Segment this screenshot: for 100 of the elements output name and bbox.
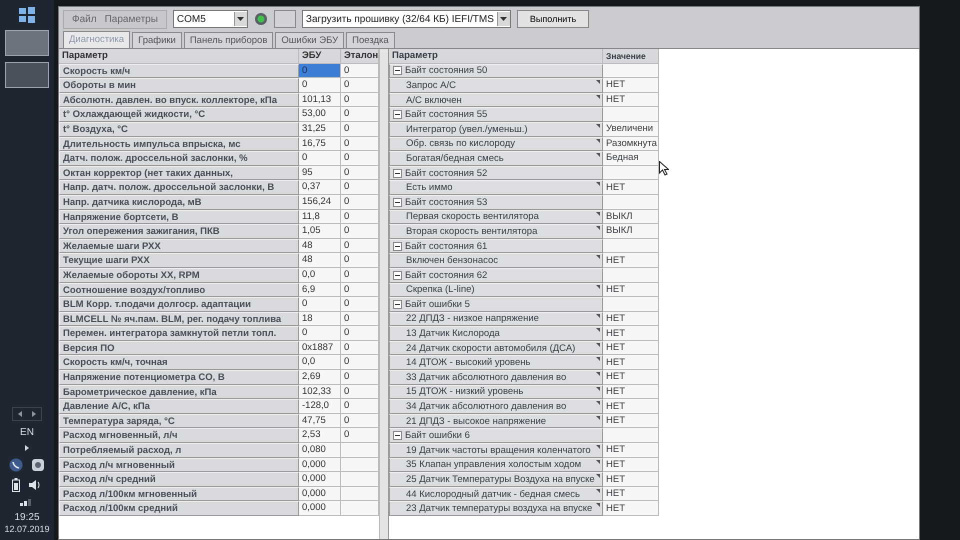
battery-icon[interactable] (12, 478, 20, 492)
table-cell: НЕТ (603, 399, 659, 414)
table-cell[interactable]: 0,0 (299, 268, 341, 282)
collapse-icon[interactable] (393, 66, 402, 76)
taskbar-app-button[interactable] (5, 62, 49, 88)
parameter-name: 35 Клапан управления холостым ходом (389, 458, 603, 472)
parameter-name: 25 Датчик Температуры Воздуха на впуске (389, 472, 603, 487)
collapse-icon[interactable] (393, 198, 402, 207)
tray-app-icon[interactable] (31, 458, 45, 472)
run-button[interactable]: Выполнить (516, 10, 590, 28)
caret-icon (237, 17, 244, 21)
collapse-icon[interactable] (393, 110, 402, 120)
table-cell: 0 (341, 224, 379, 239)
collapse-icon[interactable] (393, 431, 402, 440)
tab[interactable]: Панель приборов (184, 32, 274, 48)
table-cell: ВЫКЛ (603, 210, 659, 224)
table-cell[interactable]: 156,24 (299, 194, 341, 210)
parameter-name: Напр. датч. полож. дроссельной заслонки, В (59, 180, 299, 195)
tab[interactable]: Поездка (346, 32, 395, 48)
parameter-name: 21 ДПДЗ - высокое напряжение (389, 414, 603, 428)
table-cell: 0 (341, 180, 379, 195)
table-cell[interactable]: 2,53 (299, 428, 341, 444)
table-cell[interactable]: 1,05 (299, 224, 341, 239)
table-cell[interactable]: 31,25 (299, 122, 341, 137)
table-cell[interactable]: 16,75 (299, 136, 341, 152)
table-cell[interactable]: 48 (299, 238, 341, 254)
parameter-name: Вторая скорость вентилятора (389, 224, 603, 239)
parameter-name: BLM Корр. т.подачи долгоср. адаптации (59, 297, 299, 312)
parameter-name: 15 ДТОЖ - низкий уровень (389, 384, 603, 400)
parameter-name: Длительность импульса впрыска, мс (59, 136, 299, 152)
table-cell[interactable]: 0,000 (299, 501, 341, 516)
column-header: Параметр (389, 49, 603, 64)
table-cell: НЕТ (603, 326, 659, 341)
table-cell: НЕТ (603, 370, 659, 385)
tab[interactable]: Ошибки ЭБУ (275, 32, 344, 48)
parameter-name: Напряжение потенциометра CO, В (59, 370, 299, 385)
collapse-icon[interactable] (393, 242, 402, 251)
table-cell[interactable]: 0 (299, 78, 341, 93)
table-cell[interactable]: 6,9 (299, 282, 341, 298)
tab[interactable]: Графики (132, 32, 182, 48)
table-cell[interactable]: 0 (299, 326, 341, 341)
table-cell[interactable]: 11,8 (299, 210, 341, 224)
table-cell[interactable]: 48 (299, 253, 341, 268)
table-cell[interactable]: 53,00 (299, 107, 341, 122)
parameter-name: 19 Датчик частоты вращения коленчатого (389, 443, 603, 458)
table-cell[interactable]: 102,33 (299, 384, 341, 400)
table-cell: 0 (341, 151, 379, 166)
table-cell[interactable]: 0,000 (299, 486, 341, 502)
parameter-name: Напр. датчика кислорода, мВ (59, 194, 299, 210)
table-cell: НЕТ (603, 253, 659, 268)
table-cell: 0 (341, 210, 379, 224)
speaker-icon[interactable] (28, 479, 42, 491)
dropdown[interactable]: Загрузить прошивку (32/64 КБ) IEFI/TMS (302, 10, 511, 28)
table-cell[interactable]: 0 (299, 297, 341, 312)
table-cell[interactable]: 0,000 (299, 458, 341, 472)
table-cell: НЕТ (603, 282, 659, 298)
parameter-name: t° Воздуха, °C (59, 122, 299, 137)
empty-field[interactable] (274, 10, 296, 28)
clock-time[interactable]: 19:25 (14, 512, 40, 523)
table-cell: 0 (341, 428, 379, 444)
start-icon[interactable] (18, 6, 36, 24)
table-cell: 0 (341, 107, 379, 122)
parameter-name: Скорость км/ч (59, 64, 299, 78)
table-cell[interactable]: 0,37 (299, 180, 341, 195)
signal-icon[interactable] (20, 498, 34, 506)
table-cell[interactable]: 0x1887 (299, 340, 341, 356)
phone-icon[interactable] (9, 458, 23, 472)
table-cell: ВЫКЛ (603, 224, 659, 239)
parameter-name: Скрепка (L-line) (389, 282, 603, 298)
table-cell[interactable]: 2,69 (299, 370, 341, 385)
table-cell[interactable]: 95 (299, 166, 341, 180)
clock-date[interactable]: 12.07.2019 (4, 524, 50, 534)
dropdown[interactable]: COM5 (172, 10, 248, 28)
table-cell[interactable]: 47,75 (299, 414, 341, 428)
table-cell[interactable]: 0,000 (299, 472, 341, 487)
table-cell: 0 (341, 92, 379, 108)
parameter-name: Обр. связь по кислороду (389, 136, 603, 152)
table-cell: 0 (341, 414, 379, 428)
table-cell: 0 (341, 268, 379, 282)
table-cell[interactable]: 0,0 (299, 355, 341, 370)
table-cell[interactable]: -128,0 (299, 399, 341, 414)
collapse-icon[interactable] (393, 270, 402, 280)
table-cell: 0 (341, 122, 379, 137)
table-cell: НЕТ (603, 472, 659, 487)
table-cell[interactable]: 0,080 (299, 443, 341, 458)
table-cell: 0 (341, 355, 379, 370)
table-cell[interactable]: 18 (299, 312, 341, 326)
collapse-icon[interactable] (393, 168, 402, 178)
parameter-name: Барометрическое давление, кПа (59, 384, 299, 400)
language-indicator[interactable]: EN (20, 427, 34, 438)
table-cell[interactable]: 101,13 (299, 92, 341, 108)
table-cell: 0 (341, 166, 379, 180)
table-cell[interactable]: 0 (299, 151, 341, 166)
column-header: Эталон (341, 49, 379, 64)
table-cell: Увеличени (603, 122, 659, 137)
parameter-name: Интегратор (увел./уменьш.) (389, 122, 603, 137)
collapse-icon[interactable] (393, 300, 402, 309)
table-cell: 0 (341, 326, 379, 341)
column-header: Параметр (59, 49, 299, 64)
expand-tray-icon[interactable] (23, 444, 31, 452)
